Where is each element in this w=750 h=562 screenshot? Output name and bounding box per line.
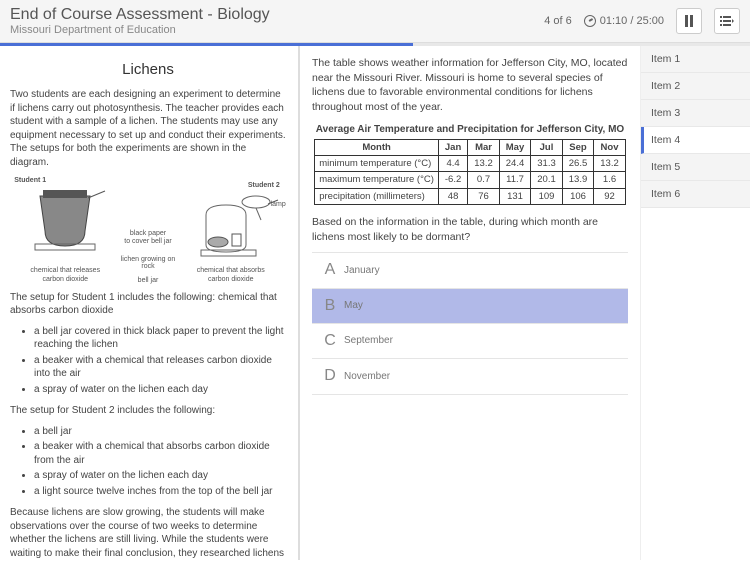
list-icon: [720, 15, 734, 27]
choice-text: November: [344, 370, 390, 384]
question-pane[interactable]: The table shows weather information for …: [300, 46, 640, 560]
data-table: MonthJanMarMayJulSepNov minimum temperat…: [314, 139, 626, 205]
pause-icon: [684, 15, 694, 27]
choice-text: January: [344, 264, 380, 278]
list-item: a spray of water on the lichen each day: [34, 383, 286, 397]
diagram-labels: black paper to cover bell jar lichen gro…: [121, 230, 175, 284]
stimulus-text: The table shows weather information for …: [312, 56, 628, 115]
org-subtitle: Missouri Department of Education: [10, 24, 270, 36]
choice-letter: D: [316, 365, 344, 387]
assessment-title: End of Course Assessment - Biology: [10, 6, 270, 24]
sidebar-item[interactable]: Item 1: [641, 46, 750, 73]
choice-c[interactable]: CSeptember: [312, 324, 628, 359]
header: End of Course Assessment - Biology Misso…: [0, 0, 750, 43]
main: Lichens Two students are each designing …: [0, 46, 750, 560]
list-item: a light source twelve inches from the to…: [34, 485, 286, 499]
s2-list: a bell jara beaker with a chemical that …: [34, 425, 286, 499]
choice-text: May: [344, 299, 363, 313]
passage-title: Lichens: [10, 60, 286, 80]
list-item: a spray of water on the lichen each day: [34, 469, 286, 483]
choice-a[interactable]: AJanuary: [312, 252, 628, 288]
list-item: a bell jar: [34, 425, 286, 439]
sidebar-item[interactable]: Item 6: [641, 181, 750, 208]
diagram-student-2: Student 2 lamp chemical that absorbs car…: [176, 181, 286, 285]
clock-icon: [584, 15, 596, 27]
s1-lead: The setup for Student 1 includes the fol…: [10, 291, 286, 318]
sidebar-item[interactable]: Item 2: [641, 73, 750, 100]
timer: 01:10 / 25:00: [584, 15, 664, 27]
list-item: a bell jar covered in thick black paper …: [34, 325, 286, 352]
choice-letter: B: [316, 295, 344, 317]
experiment-diagram: Student 1 chemical that releases carbon …: [10, 176, 286, 284]
choices: AJanuaryBMayCSeptemberDNovember: [312, 252, 628, 395]
header-left: End of Course Assessment - Biology Misso…: [10, 6, 270, 36]
choice-text: September: [344, 334, 393, 348]
choice-letter: A: [316, 259, 344, 281]
progress-text: 4 of 6: [544, 15, 572, 27]
passage-intro: Two students are each designing an exper…: [10, 88, 286, 169]
choice-d[interactable]: DNovember: [312, 359, 628, 394]
s1-list: a bell jar covered in thick black paper …: [34, 325, 286, 397]
sidebar-item[interactable]: Item 4: [641, 127, 750, 154]
passage-conclusion: Because lichens are slow growing, the st…: [10, 506, 286, 560]
diagram-student-1: Student 1 chemical that releases carbon …: [10, 176, 120, 284]
sidebar-item[interactable]: Item 5: [641, 154, 750, 181]
table-title: Average Air Temperature and Precipitatio…: [312, 123, 628, 137]
item-sidebar: Item 1Item 2Item 3Item 4Item 5Item 6: [640, 46, 750, 560]
list-item: a beaker with a chemical that releases c…: [34, 354, 286, 381]
header-right: 4 of 6 01:10 / 25:00: [544, 8, 740, 34]
question-prompt: Based on the information in the table, d…: [312, 215, 628, 244]
menu-button[interactable]: [714, 8, 740, 34]
choice-b[interactable]: BMay: [312, 289, 628, 324]
pause-button[interactable]: [676, 8, 702, 34]
sidebar-item[interactable]: Item 3: [641, 100, 750, 127]
list-item: a beaker with a chemical that absorbs ca…: [34, 440, 286, 467]
choice-letter: C: [316, 330, 344, 352]
passage-pane[interactable]: Lichens Two students are each designing …: [0, 46, 300, 560]
s2-lead: The setup for Student 2 includes the fol…: [10, 404, 286, 418]
